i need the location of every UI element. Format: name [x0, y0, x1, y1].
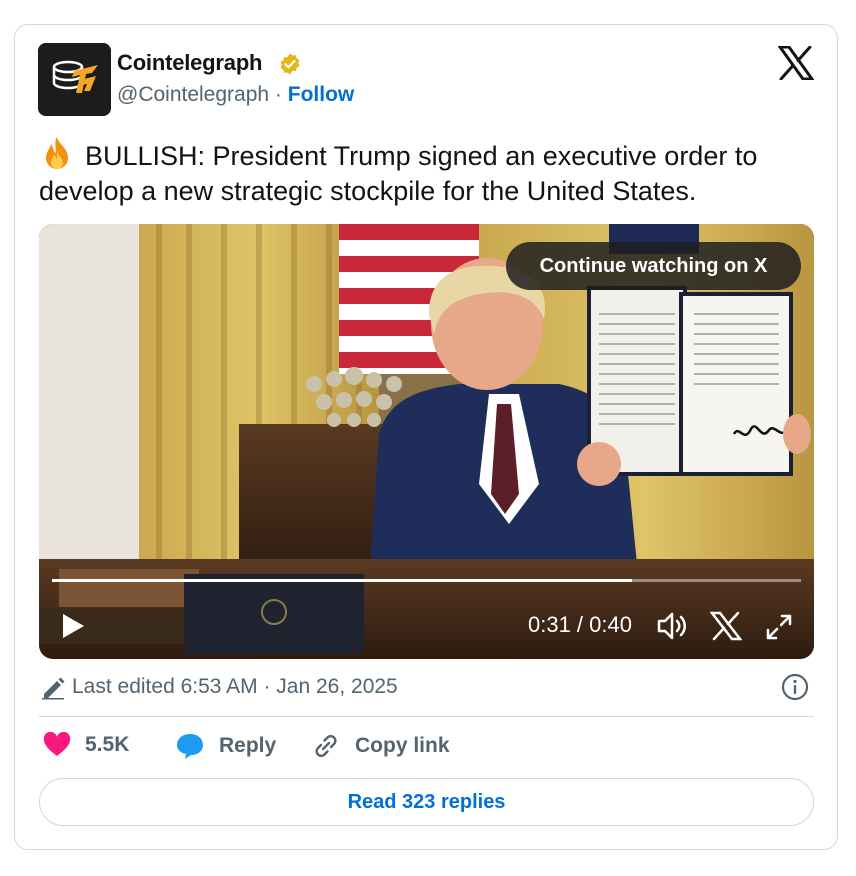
fullscreen-icon[interactable]	[764, 612, 794, 642]
reply-button[interactable]: Reply	[175, 732, 276, 760]
author-avatar[interactable]	[38, 43, 111, 116]
divider	[39, 716, 814, 717]
pencil-icon	[42, 677, 65, 700]
author-handle[interactable]: @Cointelegraph	[117, 83, 269, 106]
follow-link[interactable]: Follow	[288, 83, 355, 106]
tweet-text-block: BULLISH: President Trump signed an execu…	[39, 135, 829, 209]
author-name[interactable]: Cointelegraph	[117, 50, 263, 76]
x-watch-icon[interactable]	[710, 611, 742, 641]
reply-label: Reply	[219, 734, 277, 757]
action-bar: 5.5K Reply Copy link	[39, 732, 814, 766]
edited-text: Last edited 6:53 AM · Jan 26, 2025	[72, 675, 398, 698]
handle-separator: ·	[274, 83, 282, 106]
heart-icon	[43, 732, 71, 756]
video-time: 0:31 / 0:40	[528, 612, 632, 637]
reply-bubble-icon	[177, 734, 203, 759]
play-icon[interactable]	[60, 612, 86, 640]
like-button[interactable]: 5.5K	[43, 732, 129, 758]
read-replies-button[interactable]: Read 323 replies	[39, 778, 814, 826]
video-progress-fill	[52, 579, 633, 582]
link-icon	[315, 734, 337, 758]
x-logo-icon[interactable]	[778, 46, 814, 80]
verified-badge-icon	[280, 53, 300, 75]
copy-link-label: Copy link	[355, 734, 450, 757]
edited-info[interactable]: Last edited 6:53 AM · Jan 26, 2025	[40, 674, 398, 700]
info-icon[interactable]	[781, 673, 809, 701]
continue-watching-button[interactable]: Continue watching on X	[506, 242, 801, 290]
video-progress-bar[interactable]	[52, 579, 801, 582]
copy-link-button[interactable]: Copy link	[311, 732, 450, 760]
author-handle-row: @Cointelegraph · Follow	[117, 83, 354, 107]
tweet-text: BULLISH: President Trump signed an execu…	[39, 141, 758, 206]
like-count: 5.5K	[85, 733, 130, 756]
volume-muted-icon[interactable]	[655, 611, 689, 641]
fire-emoji-icon	[46, 137, 68, 169]
